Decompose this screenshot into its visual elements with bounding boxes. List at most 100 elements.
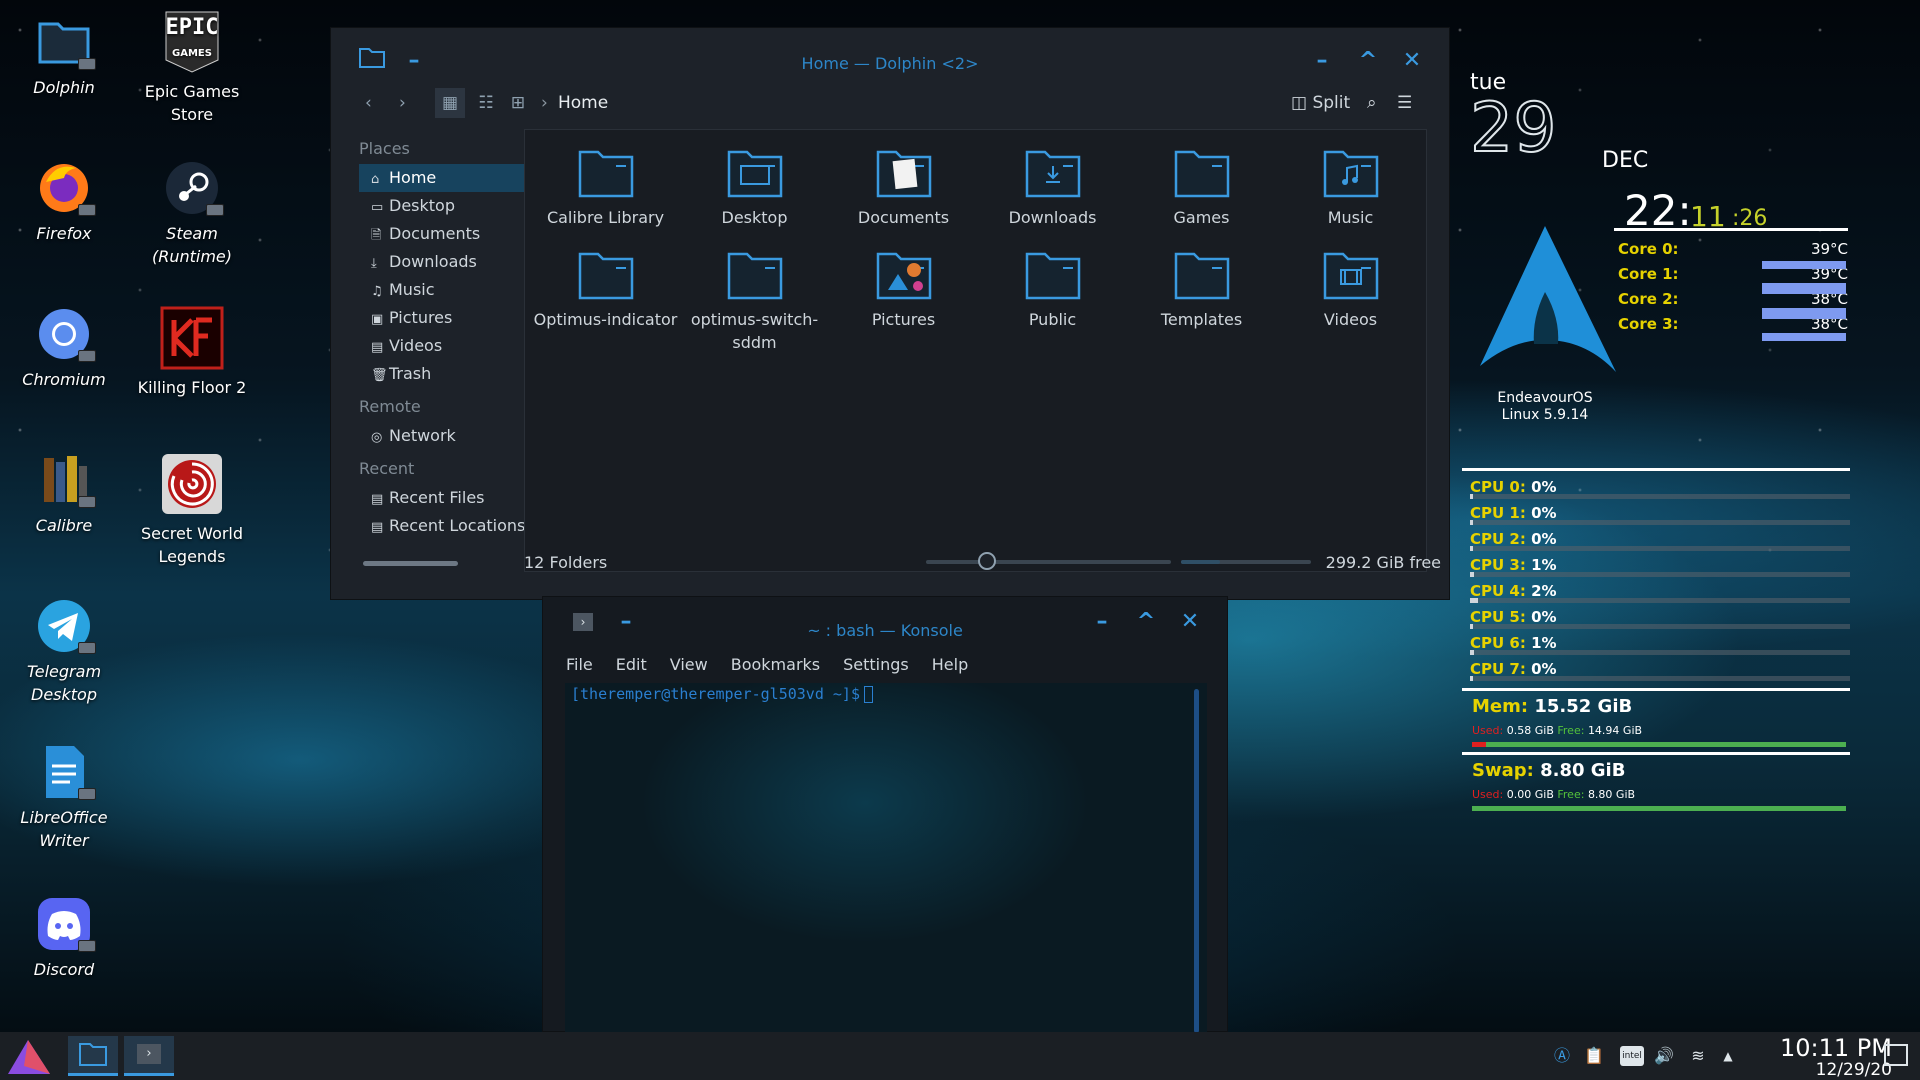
folder-item[interactable]: Videos (1276, 242, 1425, 344)
core-label: Core 0: (1618, 240, 1679, 258)
desktop-icon-killing-floor-2[interactable]: Killing Floor 2 (133, 306, 251, 399)
desktop-icon-secret-world-legends[interactable]: Secret World Legends (133, 452, 251, 568)
sidebar-item-downloads[interactable]: ⤓ Downloads (359, 248, 537, 276)
konsole-minimize-button[interactable]: – (1089, 609, 1115, 635)
cpu-bar-fill (1470, 598, 1478, 603)
mem-details: Used: 0.58 GiB Free: 14.94 GiB (1472, 724, 1643, 737)
konsole-task-icon: › (137, 1044, 161, 1064)
terminal-scrollbar[interactable] (1194, 689, 1199, 1033)
details-view-icon[interactable]: ⊞ (503, 88, 533, 118)
back-icon[interactable]: ‹ (365, 88, 372, 118)
folder-label: Optimus-indicator (533, 310, 678, 329)
sidebar-item-pictures[interactable]: ▣ Pictures (359, 304, 537, 332)
dolphin-window[interactable]: – Home — Dolphin <2> – ^ ✕ ‹ › ▦ ☷ ⊞ › H… (330, 27, 1450, 600)
dolphin-titlebar[interactable]: – Home — Dolphin <2> – ^ ✕ (331, 28, 1449, 82)
breadcrumb[interactable]: Home (558, 88, 608, 118)
epic-games-icon: EPIC GAMES (160, 10, 224, 74)
task-konsole[interactable]: › (124, 1036, 174, 1076)
endeavouros-launcher-icon (8, 1040, 50, 1074)
split-button[interactable]: ◫ Split (1291, 88, 1350, 118)
desktop-icon-dolphin[interactable]: Dolphin (5, 14, 123, 99)
cpu-bar-fill (1470, 572, 1474, 577)
zoom-slider[interactable] (926, 552, 1171, 570)
icons-view-icon[interactable]: ▦ (435, 88, 465, 118)
compact-view-icon[interactable]: ☷ (471, 88, 501, 118)
sidebar-item-home[interactable]: ⌂ Home (359, 164, 537, 192)
menu-view[interactable]: View (670, 655, 708, 674)
show-desktop-icon[interactable] (1884, 1044, 1908, 1066)
folder-item[interactable]: optimus-switch-sddm (680, 242, 829, 352)
clock-time[interactable]: 10:11 PM (1752, 1034, 1892, 1062)
disk-usage-fill (1181, 560, 1220, 564)
folder-label: Games (1173, 208, 1230, 227)
folder-icon (576, 144, 636, 200)
secret-world-legends-icon (160, 452, 224, 516)
sidebar-item-trash[interactable]: 🗑Trash (359, 360, 537, 388)
places-horizontal-scrollbar[interactable] (363, 561, 458, 566)
konsole-menubar: File Edit View Bookmarks Settings Help (543, 655, 968, 683)
dolphin-folder-icon (36, 14, 96, 70)
clock-date[interactable]: 12/29/20 (1752, 1060, 1892, 1080)
volume-icon[interactable]: 🔊 (1654, 1046, 1674, 1066)
folder-label: Videos (1323, 310, 1378, 329)
menu-edit[interactable]: Edit (616, 655, 647, 674)
menu-bookmarks[interactable]: Bookmarks (731, 655, 820, 674)
hamburger-menu-icon[interactable]: ☰ (1397, 88, 1412, 118)
menu-help[interactable]: Help (932, 655, 968, 674)
folder-item[interactable]: Pictures (829, 242, 978, 344)
sidebar-item-recent-locations[interactable]: ▤ Recent Locations (359, 512, 537, 540)
desktop-icon-libreoffice-writer[interactable]: LibreOffice Writer (5, 744, 123, 852)
wifi-icon[interactable]: ≋ (1688, 1046, 1708, 1066)
cpu-bar-track (1470, 572, 1850, 577)
folder-item[interactable]: Templates (1127, 242, 1276, 344)
forward-icon[interactable]: › (399, 88, 406, 118)
folder-item[interactable]: Desktop (680, 140, 829, 242)
sidebar-item-network[interactable]: ◎ Network (359, 422, 537, 450)
sidebar-item-desktop[interactable]: ▭ Desktop (359, 192, 537, 220)
desktop-icon-steam[interactable]: Steam (Runtime) (133, 160, 251, 268)
folder-item[interactable]: Public (978, 242, 1127, 344)
folder-item[interactable]: Downloads (978, 140, 1127, 242)
folder-item[interactable]: Documents (829, 140, 978, 242)
desktop-icon-calibre[interactable]: Calibre (5, 452, 123, 537)
desktop-icon-telegram[interactable]: Telegram Desktop (5, 598, 123, 706)
maximize-button[interactable]: ^ (1355, 48, 1381, 74)
dolphin-toolbar: ‹ › ▦ ☷ ⊞ › Home ◫ Split ⌕ ☰ (331, 82, 1449, 124)
search-icon[interactable]: ⌕ (1367, 88, 1377, 118)
folder-item[interactable]: Games (1127, 140, 1276, 242)
menu-file[interactable]: File (566, 655, 593, 674)
close-button[interactable]: ✕ (1399, 48, 1425, 74)
file-view[interactable]: Calibre Library Desktop Documents Downloads… (524, 129, 1427, 572)
menu-settings[interactable]: Settings (843, 655, 909, 674)
cpu-bar-fill (1470, 520, 1473, 525)
konsole-window[interactable]: › – ~ : bash — Konsole – ^ ✕ File Edit Vie… (542, 596, 1228, 1033)
sidebar-item-recent-files[interactable]: ▤ Recent Files (359, 484, 537, 512)
terminal-area[interactable]: [theremper@theremper-gl503vd ~]$ (565, 683, 1207, 1033)
minimize-button[interactable]: – (1309, 48, 1335, 74)
folder-item[interactable]: Music (1276, 140, 1425, 242)
sidebar-item-label: Documents (389, 224, 481, 243)
desktop-icon-epic-games[interactable]: EPIC GAMES Epic Games Store (133, 10, 251, 126)
clipboard-icon[interactable]: 📋 (1584, 1046, 1604, 1066)
places-panel: Places ⌂ Home ▭ Desktop 🗎 Documents ⤓ Downloads… (359, 132, 539, 572)
folder-label: Calibre Library (546, 208, 665, 227)
intel-gpu-icon[interactable]: intel (1620, 1046, 1644, 1066)
konsole-maximize-button[interactable]: ^ (1133, 609, 1159, 635)
sidebar-item-label: Music (389, 280, 435, 299)
tray-expand-icon[interactable]: ▲ (1718, 1046, 1738, 1066)
sidebar-item-music[interactable]: ♫ Music (359, 276, 537, 304)
sidebar-item-videos[interactable]: ▤ Videos (359, 332, 537, 360)
endeavouros-tray-icon[interactable]: Ⓐ (1552, 1046, 1572, 1066)
folder-item[interactable]: Optimus-indicator (531, 242, 680, 344)
desktop-icon-chromium[interactable]: Chromium (5, 306, 123, 391)
desktop-icon-firefox[interactable]: Firefox (5, 160, 123, 245)
application-launcher-button[interactable] (4, 1036, 54, 1076)
sidebar-item-documents[interactable]: 🗎 Documents (359, 220, 537, 248)
cpu-row: CPU 1: 0% (1470, 504, 1850, 526)
folder-label: Templates (1160, 310, 1243, 329)
distro-name: EndeavourOS (1497, 390, 1593, 406)
desktop-icon-discord[interactable]: Discord (5, 896, 123, 981)
folder-item[interactable]: Calibre Library (531, 140, 680, 242)
task-dolphin[interactable] (68, 1036, 118, 1076)
konsole-close-button[interactable]: ✕ (1177, 609, 1203, 635)
